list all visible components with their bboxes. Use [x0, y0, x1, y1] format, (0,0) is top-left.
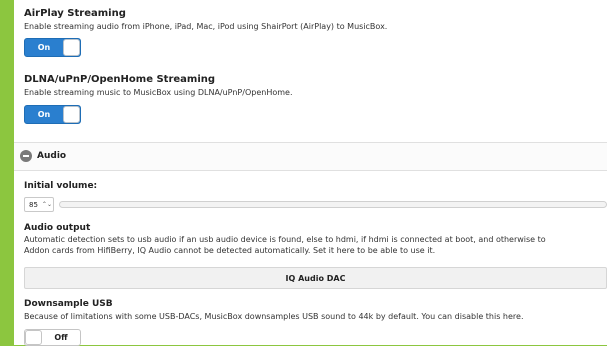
downsample-section: Downsample USB Because of limitations wi…	[24, 299, 607, 322]
downsample-toggle-label: Off	[54, 333, 68, 342]
volume-slider[interactable]	[59, 201, 607, 208]
audio-section-header[interactable]: Audio	[14, 142, 607, 171]
dlna-title: DLNA/uPnP/OpenHome Streaming	[24, 74, 216, 85]
settings-panel: AirPlay Streaming Enable streaming audio…	[14, 0, 607, 346]
volume-value: 85	[29, 200, 38, 209]
dlna-toggle[interactable]: On	[24, 105, 81, 124]
dlna-section: DLNA/uPnP/OpenHome Streaming Enable stre…	[24, 74, 607, 98]
audio-section-label: Audio	[37, 151, 67, 161]
audio-output-description-line1: Automatic detection sets to usb audio if…	[24, 235, 546, 244]
spinner-arrows-icon[interactable]: ⌃⌄	[42, 201, 52, 208]
dlna-description: Enable streaming music to MusicBox using…	[24, 88, 293, 97]
airplay-toggle[interactable]: On	[24, 38, 81, 57]
volume-spinner[interactable]: 85 ⌃⌄	[24, 197, 54, 212]
downsample-description: Because of limitations with some USB-DAC…	[24, 312, 524, 321]
audio-output-section: Audio output Automatic detection sets to…	[24, 223, 607, 256]
initial-volume-section: Initial volume:	[24, 181, 607, 191]
airplay-title: AirPlay Streaming	[24, 8, 126, 19]
airplay-toggle-label: On	[37, 43, 51, 52]
audio-output-select[interactable]: IQ Audio DAC	[24, 267, 607, 289]
airplay-description: Enable streaming audio from iPhone, iPad…	[24, 22, 388, 31]
airplay-section: AirPlay Streaming Enable streaming audio…	[24, 8, 607, 32]
audio-output-title: Audio output	[24, 223, 91, 233]
toggle-knob	[63, 39, 80, 56]
toggle-knob	[25, 330, 42, 345]
toggle-knob	[63, 106, 80, 123]
downsample-title: Downsample USB	[24, 299, 113, 309]
dlna-toggle-label: On	[37, 110, 51, 119]
audio-output-description-line2: Addon cards from HifiBerry, IQ Audio can…	[24, 246, 436, 255]
collapse-icon[interactable]	[20, 150, 32, 162]
initial-volume-title: Initial volume:	[24, 181, 98, 191]
downsample-toggle[interactable]: Off	[24, 329, 81, 346]
